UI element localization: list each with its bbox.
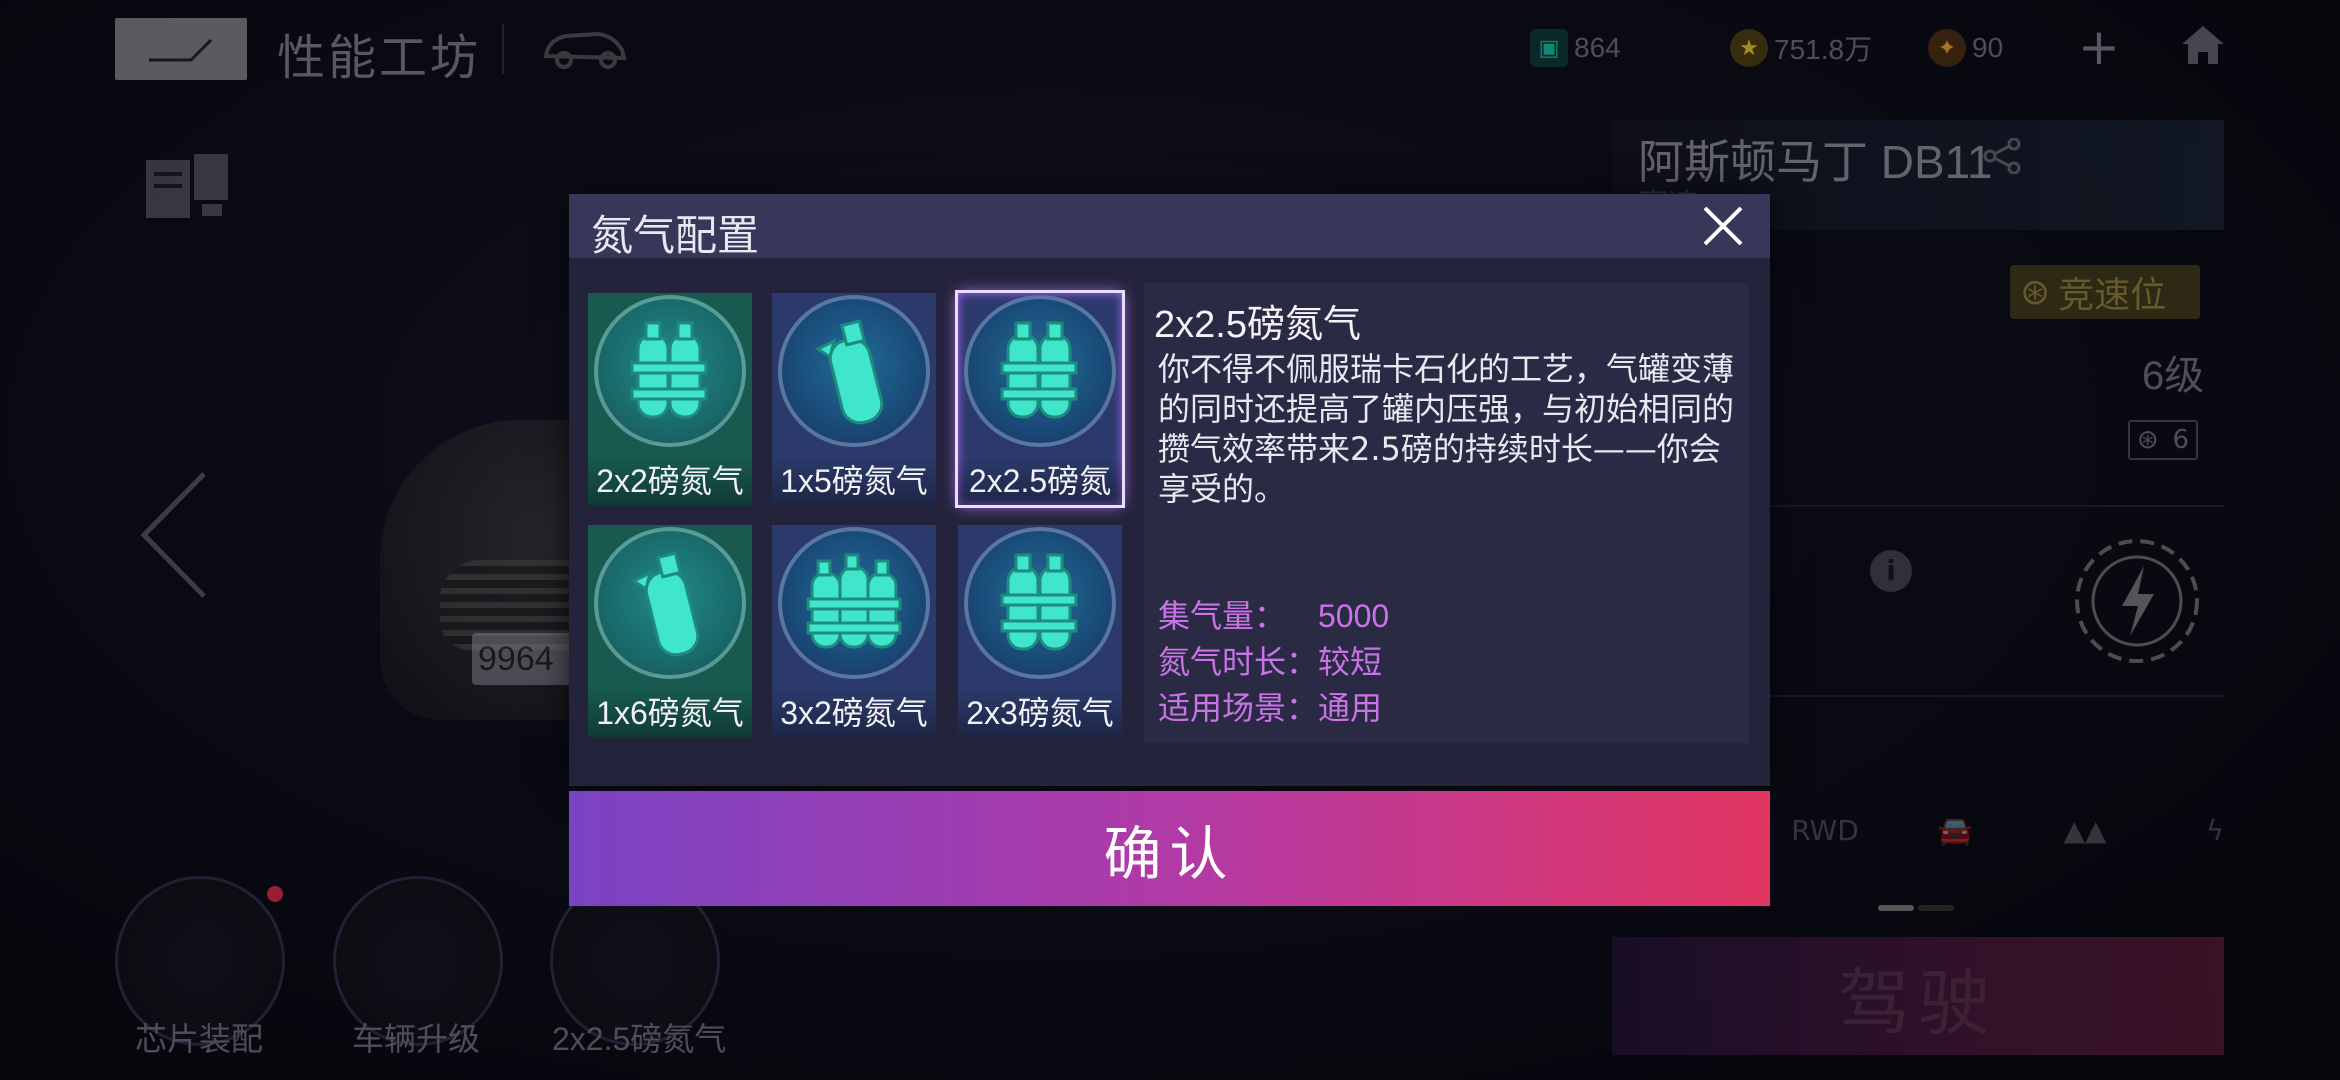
dialog-title: 氮气配置 [591, 211, 760, 260]
stat-row: 适用场景： 通用 [1158, 685, 1389, 731]
triple-tank-icon [806, 553, 902, 649]
stat-key: 适用场景： [1158, 689, 1319, 727]
stat-row: 集气量： 5000 [1158, 593, 1389, 639]
nitro-option-1x6[interactable]: 1x6磅氮气 [588, 525, 752, 737]
nitro-option-2x3[interactable]: 2x3磅氮气 [958, 525, 1122, 737]
confirm-button[interactable]: 确认 [569, 791, 1770, 906]
nitro-grid: 2x2磅氮气 1x5磅氮气 2x2.5磅氮气 1x6磅氮气 3x2磅氮气 2x3… [588, 290, 1125, 737]
option-label: 3x2磅氮气 [772, 689, 936, 737]
nitro-option-1x5[interactable]: 1x5磅氮气 [772, 293, 936, 505]
stat-key: 集气量： [1158, 597, 1287, 635]
option-label: 1x5磅氮气 [772, 457, 936, 505]
detail-title: 2x2.5磅氮气 [1154, 304, 1361, 346]
double-tank-icon [1000, 321, 1078, 419]
double-tank-icon [630, 321, 708, 419]
stat-row: 氮气时长： 较短 [1158, 639, 1389, 685]
option-label: 2x2磅氮气 [588, 457, 752, 505]
detail-panel: 2x2.5磅氮气 你不得不佩服瑞卡石化的工艺，气罐变薄的同时还提高了罐内压强，与… [1144, 283, 1749, 743]
single-tank-icon [631, 551, 700, 657]
option-label: 2x3磅氮气 [958, 689, 1122, 737]
stat-value: 5000 [1318, 598, 1390, 634]
close-icon [1703, 206, 1743, 246]
stat-value: 通用 [1318, 690, 1383, 726]
nitro-option-2x2.5[interactable]: 2x2.5磅氮气 [955, 290, 1125, 508]
option-label: 1x6磅氮气 [588, 689, 752, 737]
option-label: 2x2.5磅氮气 [958, 457, 1122, 505]
nitro-option-2x2[interactable]: 2x2磅氮气 [588, 293, 752, 505]
detail-description: 你不得不佩服瑞卡石化的工艺，气罐变薄的同时还提高了罐内压强，与初始相同的攒气效率… [1158, 350, 1735, 508]
stat-value: 较短 [1318, 644, 1383, 680]
nitro-option-3x2[interactable]: 3x2磅氮气 [772, 525, 936, 737]
stat-key: 氮气时长： [1158, 643, 1319, 681]
single-tank-icon [815, 319, 884, 425]
dialog-header: 氮气配置 [569, 194, 1770, 260]
nitro-config-dialog: 氮气配置 2x2磅氮气 1x5磅氮气 2x2.5磅氮气 1x6磅氮气 [569, 194, 1770, 786]
close-button[interactable] [1699, 202, 1747, 250]
double-tank-icon [1000, 553, 1078, 651]
detail-stats: 集气量： 5000 氮气时长： 较短 适用场景： 通用 [1158, 593, 1389, 731]
